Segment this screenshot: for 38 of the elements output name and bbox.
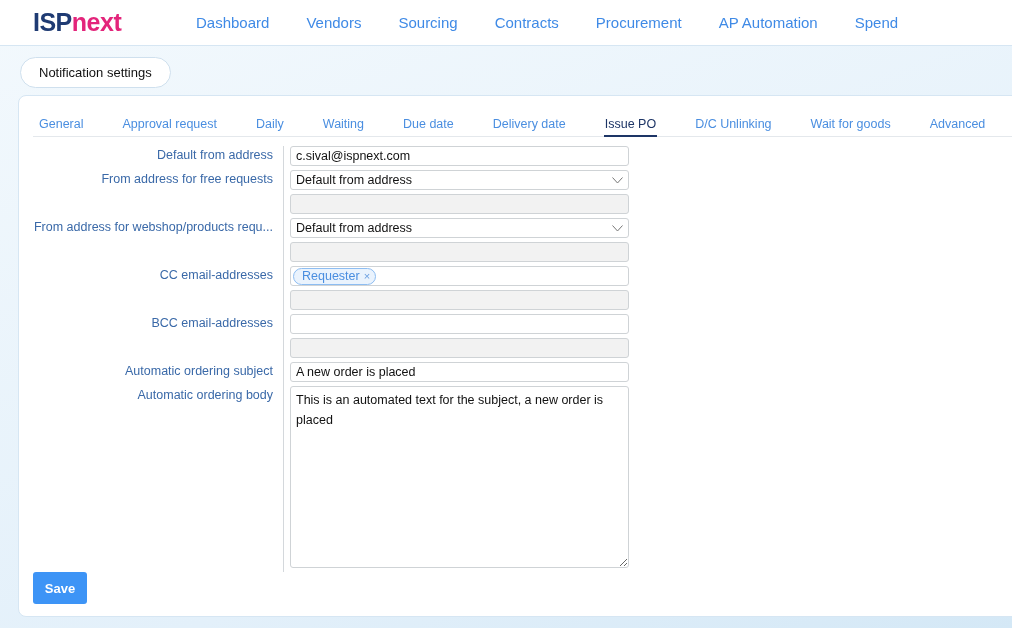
field-label: From address for webshop/products requ...	[34, 220, 273, 234]
tab[interactable]: Advanced	[928, 115, 987, 137]
nav-link[interactable]: Spend	[854, 14, 899, 31]
field-label: From address for free requests	[101, 172, 273, 186]
field-label: BCC email-addresses	[151, 316, 273, 330]
input-field[interactable]: c.sival@ispnext.com	[290, 146, 629, 166]
textarea-field[interactable]: This is an automated text for the subject, a new order is placed	[290, 386, 629, 568]
nav-link[interactable]: Contracts	[494, 14, 559, 31]
tag-chip: Requester ×	[293, 267, 377, 285]
chevron-down-icon	[612, 176, 623, 184]
input-field[interactable]	[290, 314, 629, 334]
nav-link[interactable]: AP Automation	[718, 14, 818, 31]
tab[interactable]: Daily	[255, 115, 285, 137]
tab[interactable]: Approval request	[121, 115, 218, 137]
tab[interactable]: Due date	[402, 115, 455, 137]
tab[interactable]: Waiting	[321, 115, 365, 137]
input-field[interactable]: A new order is placed	[290, 362, 629, 382]
remove-tag-button[interactable]: ×	[363, 270, 371, 282]
nav-link[interactable]: Vendors	[306, 14, 362, 31]
tag-input-field[interactable]: Requester ×	[290, 266, 629, 286]
dropdown[interactable]: Default from address	[290, 218, 629, 238]
tab[interactable]: Issue PO	[603, 115, 658, 137]
nav-link[interactable]: Procurement	[595, 14, 682, 31]
nav-link[interactable]: Sourcing	[398, 14, 458, 31]
field-label: Default from address	[156, 148, 273, 162]
field-label: CC email-addresses	[159, 268, 273, 282]
logo[interactable]: ISPnext	[33, 8, 196, 37]
tab[interactable]: General	[38, 115, 85, 137]
nav-link[interactable]: Dashboard	[196, 14, 270, 31]
tab[interactable]: Delivery date	[491, 115, 567, 137]
field-label: Automatic ordering body	[137, 388, 273, 402]
notification-settings-button[interactable]: Notification settings	[20, 57, 171, 88]
tab[interactable]: Wait for goods	[809, 115, 892, 137]
save-button[interactable]: Save	[33, 572, 87, 604]
dropdown[interactable]: Default from address	[290, 170, 629, 190]
tab[interactable]: D/C Unlinking	[694, 115, 773, 137]
field-label: Automatic ordering subject	[125, 364, 273, 378]
chevron-down-icon	[612, 224, 623, 232]
